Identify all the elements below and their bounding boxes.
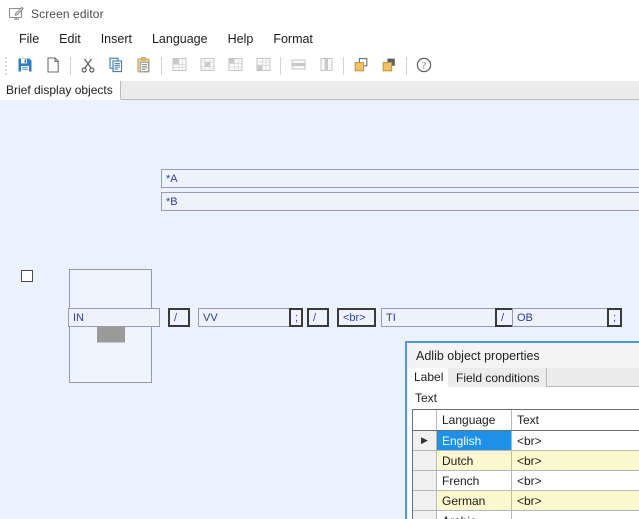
paste-icon: [135, 56, 153, 77]
screen-editor-icon: [8, 6, 24, 22]
bring-to-front-icon: [352, 56, 370, 77]
toolbar-separator: [70, 57, 71, 75]
grid-bottom-left-button[interactable]: [249, 53, 277, 79]
split-vertical-button[interactable]: [312, 53, 340, 79]
field-semicolon-2[interactable]: ;: [607, 308, 622, 327]
row-marker: [413, 451, 437, 471]
toolbar-separator: [343, 57, 344, 75]
tab-field-conditions[interactable]: Field conditions: [448, 368, 548, 387]
row-text[interactable]: <br>: [512, 451, 639, 471]
dialog-tab-bar: Label Field conditions: [407, 368, 639, 387]
language-text-grid[interactable]: Language Text ▶ English <br> Dutch <br> …: [412, 409, 639, 519]
table-row[interactable]: German <br>: [413, 491, 639, 511]
help-button[interactable]: ?: [410, 53, 438, 79]
field-semicolon-1[interactable]: ;: [289, 308, 303, 327]
copy-button[interactable]: [102, 53, 130, 79]
tab-label[interactable]: Label: [407, 368, 452, 387]
row-language[interactable]: German: [437, 491, 512, 511]
checkbox-object[interactable]: [21, 270, 33, 282]
toolbar: ?: [0, 51, 639, 81]
text-field-a[interactable]: *A: [161, 169, 639, 188]
row-marker: ▶: [413, 431, 437, 451]
toolbar-separator: [406, 57, 407, 75]
table-row[interactable]: Arabic: [413, 511, 639, 519]
tab-strip: Brief display objects: [0, 81, 639, 100]
table-row[interactable]: French <br>: [413, 471, 639, 491]
toolbar-separator: [280, 57, 281, 75]
row-language[interactable]: Dutch: [437, 451, 512, 471]
grid-header-text[interactable]: Text: [512, 410, 639, 430]
field-ti[interactable]: TI: [381, 308, 509, 327]
field-slash-1[interactable]: /: [168, 308, 190, 327]
row-marker: [413, 491, 437, 511]
new-document-button[interactable]: [39, 53, 67, 79]
send-to-back-button[interactable]: [375, 53, 403, 79]
split-horizontal-button[interactable]: [284, 53, 312, 79]
copy-icon: [107, 56, 125, 77]
table-row[interactable]: ▶ English <br>: [413, 431, 639, 451]
grid-top-left-icon: [171, 56, 188, 76]
bring-to-front-button[interactable]: [347, 53, 375, 79]
save-button[interactable]: [11, 53, 39, 79]
grid-header-language[interactable]: Language: [437, 410, 512, 430]
field-ob[interactable]: OB: [512, 308, 622, 327]
dialog-title: Adlib object properties: [407, 343, 639, 368]
new-document-icon: [44, 56, 62, 77]
save-icon: [16, 56, 34, 77]
menu-bar: File Edit Insert Language Help Format: [0, 27, 639, 51]
grid-top-right-button[interactable]: [221, 53, 249, 79]
adlib-object-properties-dialog: Adlib object properties Label Field cond…: [405, 341, 639, 519]
svg-text:?: ?: [422, 61, 426, 71]
row-marker: [413, 511, 437, 519]
toolbar-separator: [161, 57, 162, 75]
grid-header-row: Language Text: [413, 410, 639, 431]
tab-brief-display-objects[interactable]: Brief display objects: [0, 81, 121, 100]
field-in[interactable]: IN: [68, 308, 160, 327]
row-text[interactable]: <br>: [512, 491, 639, 511]
text-field-b[interactable]: *B: [161, 192, 639, 211]
row-text[interactable]: <br>: [512, 431, 639, 451]
split-horizontal-icon: [290, 56, 307, 76]
menu-language[interactable]: Language: [142, 30, 218, 48]
cut-icon: [79, 56, 97, 77]
row-text[interactable]: <br>: [512, 471, 639, 491]
grid-center-button[interactable]: [193, 53, 221, 79]
screen-editor-window: Screen editor File Edit Insert Language …: [0, 0, 639, 519]
field-vv[interactable]: VV: [198, 308, 299, 327]
cut-button[interactable]: [74, 53, 102, 79]
grid-top-left-button[interactable]: [165, 53, 193, 79]
send-to-back-icon: [380, 56, 398, 77]
split-vertical-icon: [318, 56, 335, 76]
title-bar: Screen editor: [0, 0, 639, 27]
grid-top-right-icon: [227, 56, 244, 76]
row-language[interactable]: Arabic: [437, 511, 512, 519]
window-title: Screen editor: [31, 6, 104, 21]
row-marker: [413, 471, 437, 491]
grid-bottom-left-icon: [255, 56, 272, 76]
table-row[interactable]: Dutch <br>: [413, 451, 639, 471]
row-text[interactable]: [512, 511, 639, 519]
paste-button[interactable]: [130, 53, 158, 79]
row-language[interactable]: French: [437, 471, 512, 491]
menu-format[interactable]: Format: [263, 30, 323, 48]
menu-help[interactable]: Help: [218, 30, 264, 48]
field-slash-2[interactable]: /: [307, 308, 329, 327]
text-group-label: Text: [415, 391, 438, 405]
row-language[interactable]: English: [437, 431, 512, 451]
grid-header-marker: [413, 410, 437, 430]
grid-center-icon: [199, 56, 216, 76]
toolbar-grip[interactable]: [2, 57, 9, 75]
menu-insert[interactable]: Insert: [91, 30, 142, 48]
help-icon: ?: [415, 56, 433, 77]
menu-file[interactable]: File: [9, 30, 49, 48]
dialog-body: Text Language Text ▶ English <br> Dutch …: [407, 387, 639, 519]
menu-edit[interactable]: Edit: [49, 30, 91, 48]
field-br[interactable]: <br>: [337, 308, 376, 327]
